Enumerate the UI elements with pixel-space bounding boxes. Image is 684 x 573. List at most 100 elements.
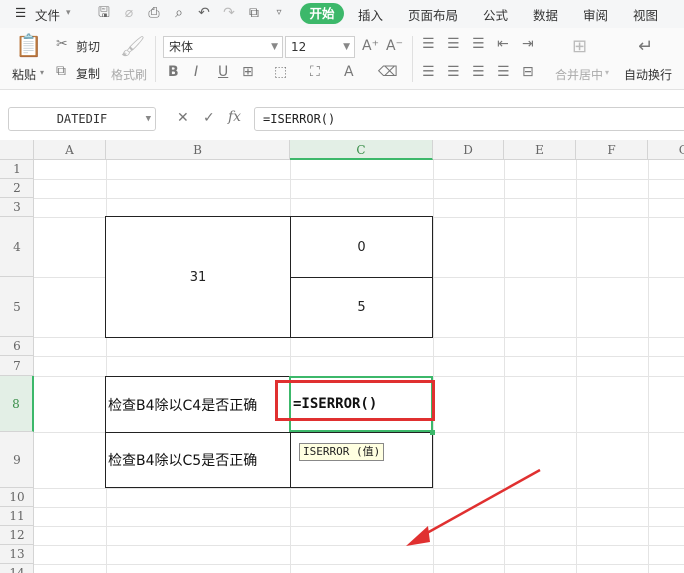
row-header-3[interactable]: 3 (0, 198, 34, 217)
row-header-12[interactable]: 12 (0, 526, 34, 545)
tab-data[interactable]: 数据 (533, 5, 558, 24)
align-middle-icon[interactable]: ☰ (447, 36, 460, 52)
tab-review[interactable]: 审阅 (583, 5, 608, 24)
cell-style-icon[interactable]: ⬚ (274, 64, 287, 80)
row-header-10[interactable]: 10 (0, 488, 34, 507)
indent-increase-icon[interactable]: ⇥ (522, 36, 534, 52)
print-preview-icon[interactable]: ⌕ (170, 4, 188, 22)
copy-quick-icon[interactable]: ⧉ (245, 4, 263, 22)
gridline (34, 198, 684, 199)
cut-button[interactable]: 剪切 (76, 38, 100, 55)
tab-insert[interactable]: 插入 (358, 5, 383, 24)
paste-dropdown-icon[interactable]: ▾ (40, 68, 44, 77)
annotation-arrow-icon (406, 468, 541, 546)
gridline (34, 526, 684, 527)
format-painter-icon[interactable]: 🖌 (120, 34, 145, 58)
redo-icon[interactable]: ↷ (220, 4, 238, 22)
confirm-icon[interactable]: ✓ (203, 110, 215, 126)
indent-decrease-icon[interactable]: ⇤ (497, 36, 509, 52)
undo-icon[interactable]: ↶ (195, 4, 213, 22)
tab-formulas[interactable]: 公式 (483, 5, 508, 24)
column-header-c[interactable]: C (290, 140, 433, 160)
print-icon[interactable]: ⎙ (145, 4, 163, 22)
tab-home[interactable]: 开始 (300, 3, 344, 24)
eraser-icon[interactable]: ⌫ (378, 64, 398, 80)
column-header-d[interactable]: D (433, 140, 504, 160)
underline-icon[interactable]: U (218, 64, 228, 80)
worksheet-grid: A B C D E F G 1 2 3 4 5 6 7 8 9 10 11 12… (0, 140, 684, 573)
gridline (648, 160, 649, 573)
increase-font-icon[interactable]: A⁺ (362, 38, 379, 54)
gridline (34, 545, 684, 546)
row-header-5[interactable]: 5 (0, 277, 34, 337)
paste-icon[interactable]: 📋 (15, 34, 42, 60)
paste-button[interactable]: 粘贴 (12, 66, 36, 83)
justify-icon[interactable]: ☰ (497, 64, 510, 80)
column-header-e[interactable]: E (504, 140, 576, 160)
gridline (34, 564, 684, 565)
row-header-6[interactable]: 6 (0, 337, 34, 356)
border-icon[interactable]: ⊞ (242, 64, 254, 80)
wrap-text-icon[interactable]: ↵ (638, 36, 653, 57)
fill-color-icon[interactable]: ⛶ (310, 64, 320, 80)
row-header-13[interactable]: 13 (0, 545, 34, 564)
save-icon[interactable]: 🖫 (95, 4, 113, 22)
row-header-4[interactable]: 4 (0, 217, 34, 277)
font-size-select[interactable]: 12 ▼ (285, 36, 355, 58)
cell-c5[interactable]: 5 (290, 277, 433, 338)
name-box[interactable]: DATEDIF ▼ (8, 107, 156, 131)
distributed-icon[interactable]: ⊟ (522, 64, 534, 80)
italic-icon[interactable]: I (194, 64, 198, 80)
copy-icon[interactable]: ⧉ (56, 63, 66, 79)
row-header-14[interactable]: 14 (0, 564, 34, 573)
hamburger-menu-icon[interactable]: ☰ (15, 5, 26, 20)
font-color-icon[interactable]: A (344, 64, 354, 80)
format-painter-button[interactable]: 格式刷 (111, 66, 147, 83)
formula-input[interactable]: =ISERROR() (254, 107, 684, 131)
more-icon[interactable]: ▿ (270, 4, 288, 22)
wrap-text-button[interactable]: 自动换行 (624, 66, 672, 83)
row-header-1[interactable]: 1 (0, 160, 34, 179)
align-center-icon[interactable]: ☰ (447, 64, 460, 80)
cell-b8[interactable]: 检查B4除以C4是否正确 (105, 376, 291, 433)
gridline (34, 179, 684, 180)
column-header-b[interactable]: B (106, 140, 290, 160)
merge-center-button[interactable]: 合并居中 (555, 66, 603, 83)
menu-bar: ☰ 文件 ▾ 🖫 ⌀ ⎙ ⌕ ↶ ↷ ⧉ ▿ 开始 插入 页面布局 公式 数据 … (0, 0, 684, 28)
cell-b9[interactable]: 检查B4除以C5是否正确 (105, 432, 291, 488)
column-header-f[interactable]: F (576, 140, 648, 160)
cancel-icon[interactable]: ✕ (177, 110, 189, 126)
row-header-2[interactable]: 2 (0, 179, 34, 198)
row-header-7[interactable]: 7 (0, 356, 34, 376)
column-header-a[interactable]: A (34, 140, 106, 160)
align-right-icon[interactable]: ☰ (472, 64, 485, 80)
tab-page-layout[interactable]: 页面布局 (408, 5, 458, 24)
merge-cells-icon[interactable]: ⊞ (572, 36, 587, 57)
column-header-g[interactable]: G (648, 140, 684, 160)
align-bottom-icon[interactable]: ☰ (472, 36, 485, 52)
align-top-icon[interactable]: ☰ (422, 36, 435, 52)
tab-view[interactable]: 视图 (633, 5, 658, 24)
align-left-icon[interactable]: ☰ (422, 64, 435, 80)
decrease-font-icon[interactable]: A⁻ (386, 38, 403, 54)
insert-function-icon[interactable]: fx (228, 109, 241, 125)
file-dropdown-icon[interactable]: ▾ (66, 8, 71, 18)
font-name-select[interactable]: 宋体 ▼ (163, 36, 283, 58)
cell-b4-value: 31 (189, 269, 207, 285)
function-tooltip[interactable]: ISERROR (值) (299, 443, 385, 461)
cell-c4[interactable]: 0 (290, 216, 433, 278)
file-menu[interactable]: 文件 (35, 5, 60, 24)
select-all-corner[interactable] (0, 140, 34, 160)
cell-b4-merged[interactable]: 31 (105, 216, 291, 338)
bold-icon[interactable]: B (168, 64, 179, 80)
copy-button[interactable]: 复制 (76, 65, 100, 82)
format-painter-quick-icon[interactable]: ⌀ (120, 4, 138, 22)
row-header-9[interactable]: 9 (0, 432, 34, 488)
row-header-11[interactable]: 11 (0, 507, 34, 526)
scissors-icon[interactable]: ✂ (56, 36, 68, 52)
name-box-value: DATEDIF (56, 112, 108, 126)
fill-handle[interactable] (430, 430, 435, 435)
merge-dropdown-icon[interactable]: ▾ (605, 68, 609, 77)
row-header-8[interactable]: 8 (0, 376, 34, 432)
ribbon-divider (155, 36, 156, 82)
